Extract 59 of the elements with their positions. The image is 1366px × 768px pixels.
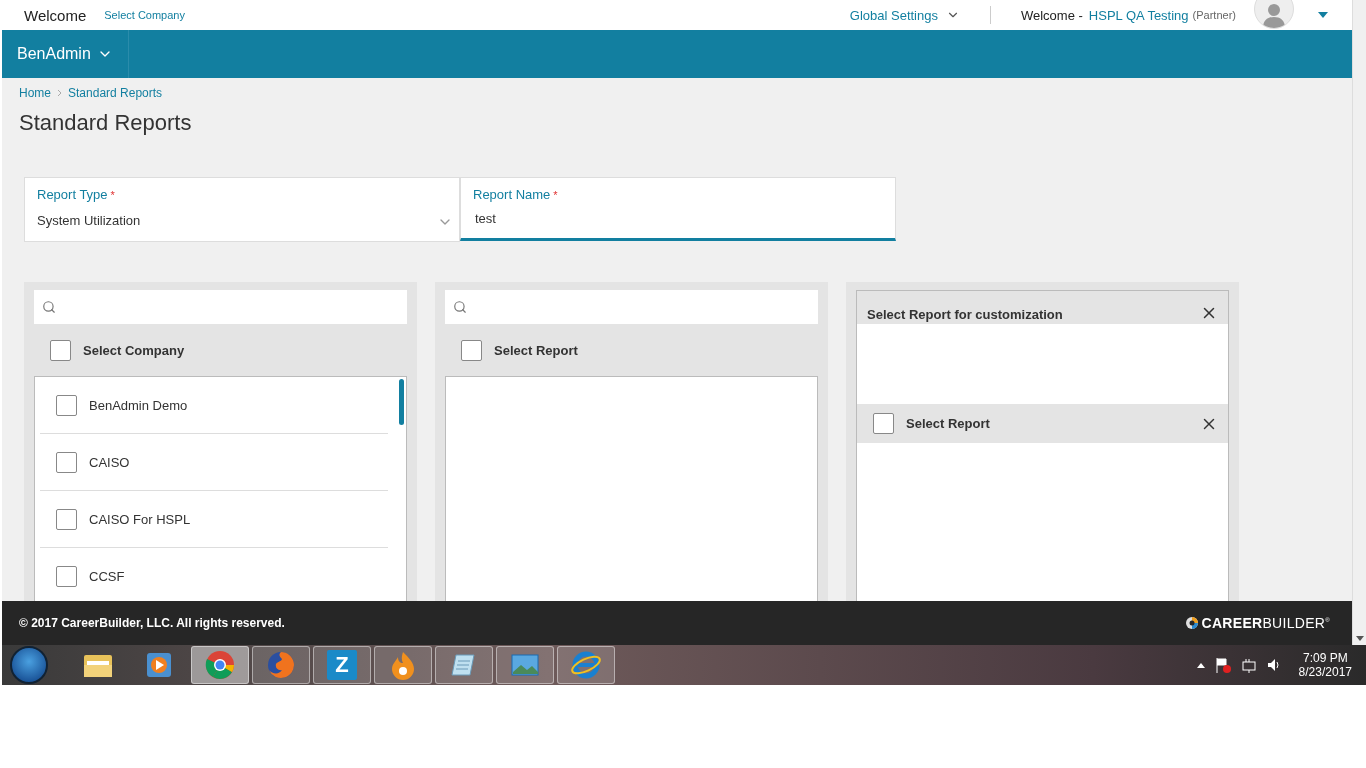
select-all-label: Select Report (494, 342, 578, 358)
page-title: Standard Reports (19, 110, 193, 136)
field-value: System Utilization (37, 213, 141, 228)
checkbox[interactable] (56, 451, 77, 473)
browser-icon (570, 650, 602, 680)
search-field[interactable] (34, 290, 407, 324)
search-icon (453, 300, 467, 314)
select-all-label: Select Report (906, 416, 990, 431)
role-text: (Partner) (1192, 9, 1236, 21)
field-label: Report Type (37, 187, 108, 202)
search-icon (42, 300, 56, 314)
select-company-link[interactable]: Select Company (104, 9, 185, 21)
caret-up-icon[interactable] (1196, 662, 1205, 668)
play-icon (145, 651, 173, 679)
checkbox[interactable] (461, 339, 482, 361)
panel-title: Select Report for customization (867, 307, 1063, 322)
browser-icon (205, 650, 235, 680)
network-icon[interactable] (1240, 657, 1257, 673)
required-mark: * (110, 189, 115, 201)
global-settings-link[interactable]: Global Settings (849, 7, 938, 23)
breadcrumb-link[interactable]: Standard Reports (68, 86, 163, 100)
clock[interactable]: 7:09 PM 8/23/2017 (1298, 651, 1352, 679)
breadcrumb-link[interactable]: Home (19, 86, 51, 100)
scrollbar[interactable] (1352, 0, 1366, 645)
start-button[interactable] (10, 646, 48, 684)
avatar[interactable] (1254, 0, 1294, 29)
chevron-right-icon (57, 89, 62, 97)
user-name-link[interactable]: HSPL QA Testing (1088, 7, 1189, 23)
notepad-icon (450, 651, 478, 679)
welcome-text: Welcome - (1020, 7, 1083, 23)
select-all-label: Select Company (83, 342, 185, 358)
checkbox[interactable] (873, 413, 894, 434)
checkbox[interactable] (56, 508, 77, 530)
report-name-field[interactable]: Report Name * test (460, 177, 896, 241)
company-name: CAISO For HSPL (89, 511, 191, 527)
company-name: BenAdmin Demo (89, 397, 188, 413)
flame-icon (390, 650, 416, 680)
search-field[interactable] (445, 290, 818, 324)
taskbar-button[interactable]: Z (313, 646, 371, 684)
copyright-text: © 2017 CareerBuilder, LLC. All rights reserved. (19, 616, 285, 630)
field-value: test (475, 211, 496, 226)
company-name: CAISO (89, 454, 130, 470)
company-name: CCSF (89, 568, 125, 584)
report-type-select[interactable]: Report Type * System Utilization (24, 177, 460, 242)
checkbox[interactable] (50, 339, 71, 361)
flag-icon[interactable] (1214, 657, 1231, 673)
picture-icon (510, 652, 540, 678)
welcome-text: Welcome (24, 6, 87, 24)
checkbox[interactable] (56, 565, 77, 587)
speaker-icon[interactable] (1266, 658, 1281, 672)
company-logo: CAREERBUILDER$^{®}$ (1185, 615, 1330, 631)
app-icon: Z (327, 650, 357, 680)
required-mark: * (553, 189, 558, 201)
scroll-thumb[interactable] (399, 379, 404, 425)
field-label: Report Name (473, 187, 551, 202)
caret-icon[interactable] (1318, 12, 1328, 18)
checkbox[interactable] (56, 394, 77, 416)
browser-icon (266, 650, 296, 680)
scroll-down-icon[interactable] (1355, 636, 1364, 641)
